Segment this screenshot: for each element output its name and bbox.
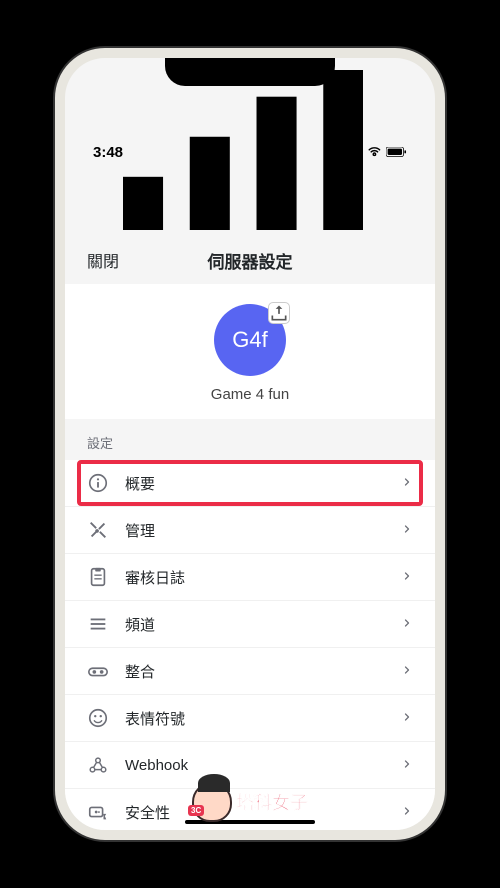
- section-header: 設定: [65, 419, 435, 460]
- chevron-right-icon: [401, 522, 413, 538]
- header: 關閉 伺服器設定: [65, 240, 435, 284]
- settings-item-label: 頻道: [125, 614, 385, 635]
- settings-item-channels[interactable]: 頻道: [65, 601, 435, 648]
- battery-icon: [386, 144, 407, 161]
- chevron-right-icon: [401, 616, 413, 632]
- notch: [165, 58, 335, 86]
- settings-item-label: 表情符號: [125, 708, 385, 729]
- chevron-right-icon: [401, 757, 413, 773]
- server-info: G4f Game 4 fun: [65, 284, 435, 419]
- moderation-icon: [87, 519, 109, 541]
- settings-item-label: 概要: [125, 473, 385, 494]
- info-icon: [87, 472, 109, 494]
- audit-log-icon: [87, 566, 109, 588]
- status-time: 3:48: [93, 144, 123, 161]
- page-title: 伺服器設定: [208, 248, 293, 273]
- settings-item-label: 整合: [125, 661, 385, 682]
- settings-item-emoji[interactable]: 表情符號: [65, 695, 435, 742]
- settings-list: 概要管理審核日誌頻道整合表情符號Webhook安全性: [65, 460, 435, 836]
- watermark-text: 塔科女子: [236, 789, 308, 815]
- chevron-right-icon: [401, 475, 413, 491]
- upload-icon[interactable]: [268, 302, 290, 324]
- wifi-icon: [368, 144, 381, 161]
- watermark: 3C 塔科女子: [192, 782, 308, 822]
- settings-item-audit-log[interactable]: 審核日誌: [65, 554, 435, 601]
- status-icons: [123, 70, 407, 234]
- chevron-right-icon: [401, 710, 413, 726]
- integrations-icon: [87, 660, 109, 682]
- settings-item-moderation[interactable]: 管理: [65, 507, 435, 554]
- chevron-right-icon: [401, 804, 413, 820]
- watermark-badge: 3C: [188, 805, 204, 816]
- settings-item-integrations[interactable]: 整合: [65, 648, 435, 695]
- close-button[interactable]: 關閉: [87, 248, 119, 272]
- section-header: 社群: [65, 836, 435, 840]
- emoji-icon: [87, 707, 109, 729]
- server-name: Game 4 fun: [211, 386, 289, 403]
- webhook-icon: [87, 754, 109, 776]
- watermark-avatar: 3C: [192, 782, 232, 822]
- chevron-right-icon: [401, 569, 413, 585]
- settings-item-info[interactable]: 概要: [65, 460, 435, 507]
- server-avatar-wrap[interactable]: G4f: [214, 304, 286, 376]
- signal-icon: [123, 70, 363, 234]
- channels-icon: [87, 613, 109, 635]
- security-icon: [87, 801, 109, 823]
- phone-frame: 3:48 關閉 伺服器設定 G4f Game 4 fun 設定概要管理審核日誌頻…: [55, 48, 445, 840]
- settings-item-label: 管理: [125, 520, 385, 541]
- settings-item-label: 審核日誌: [125, 567, 385, 588]
- settings-item-label: Webhook: [125, 757, 385, 774]
- chevron-right-icon: [401, 663, 413, 679]
